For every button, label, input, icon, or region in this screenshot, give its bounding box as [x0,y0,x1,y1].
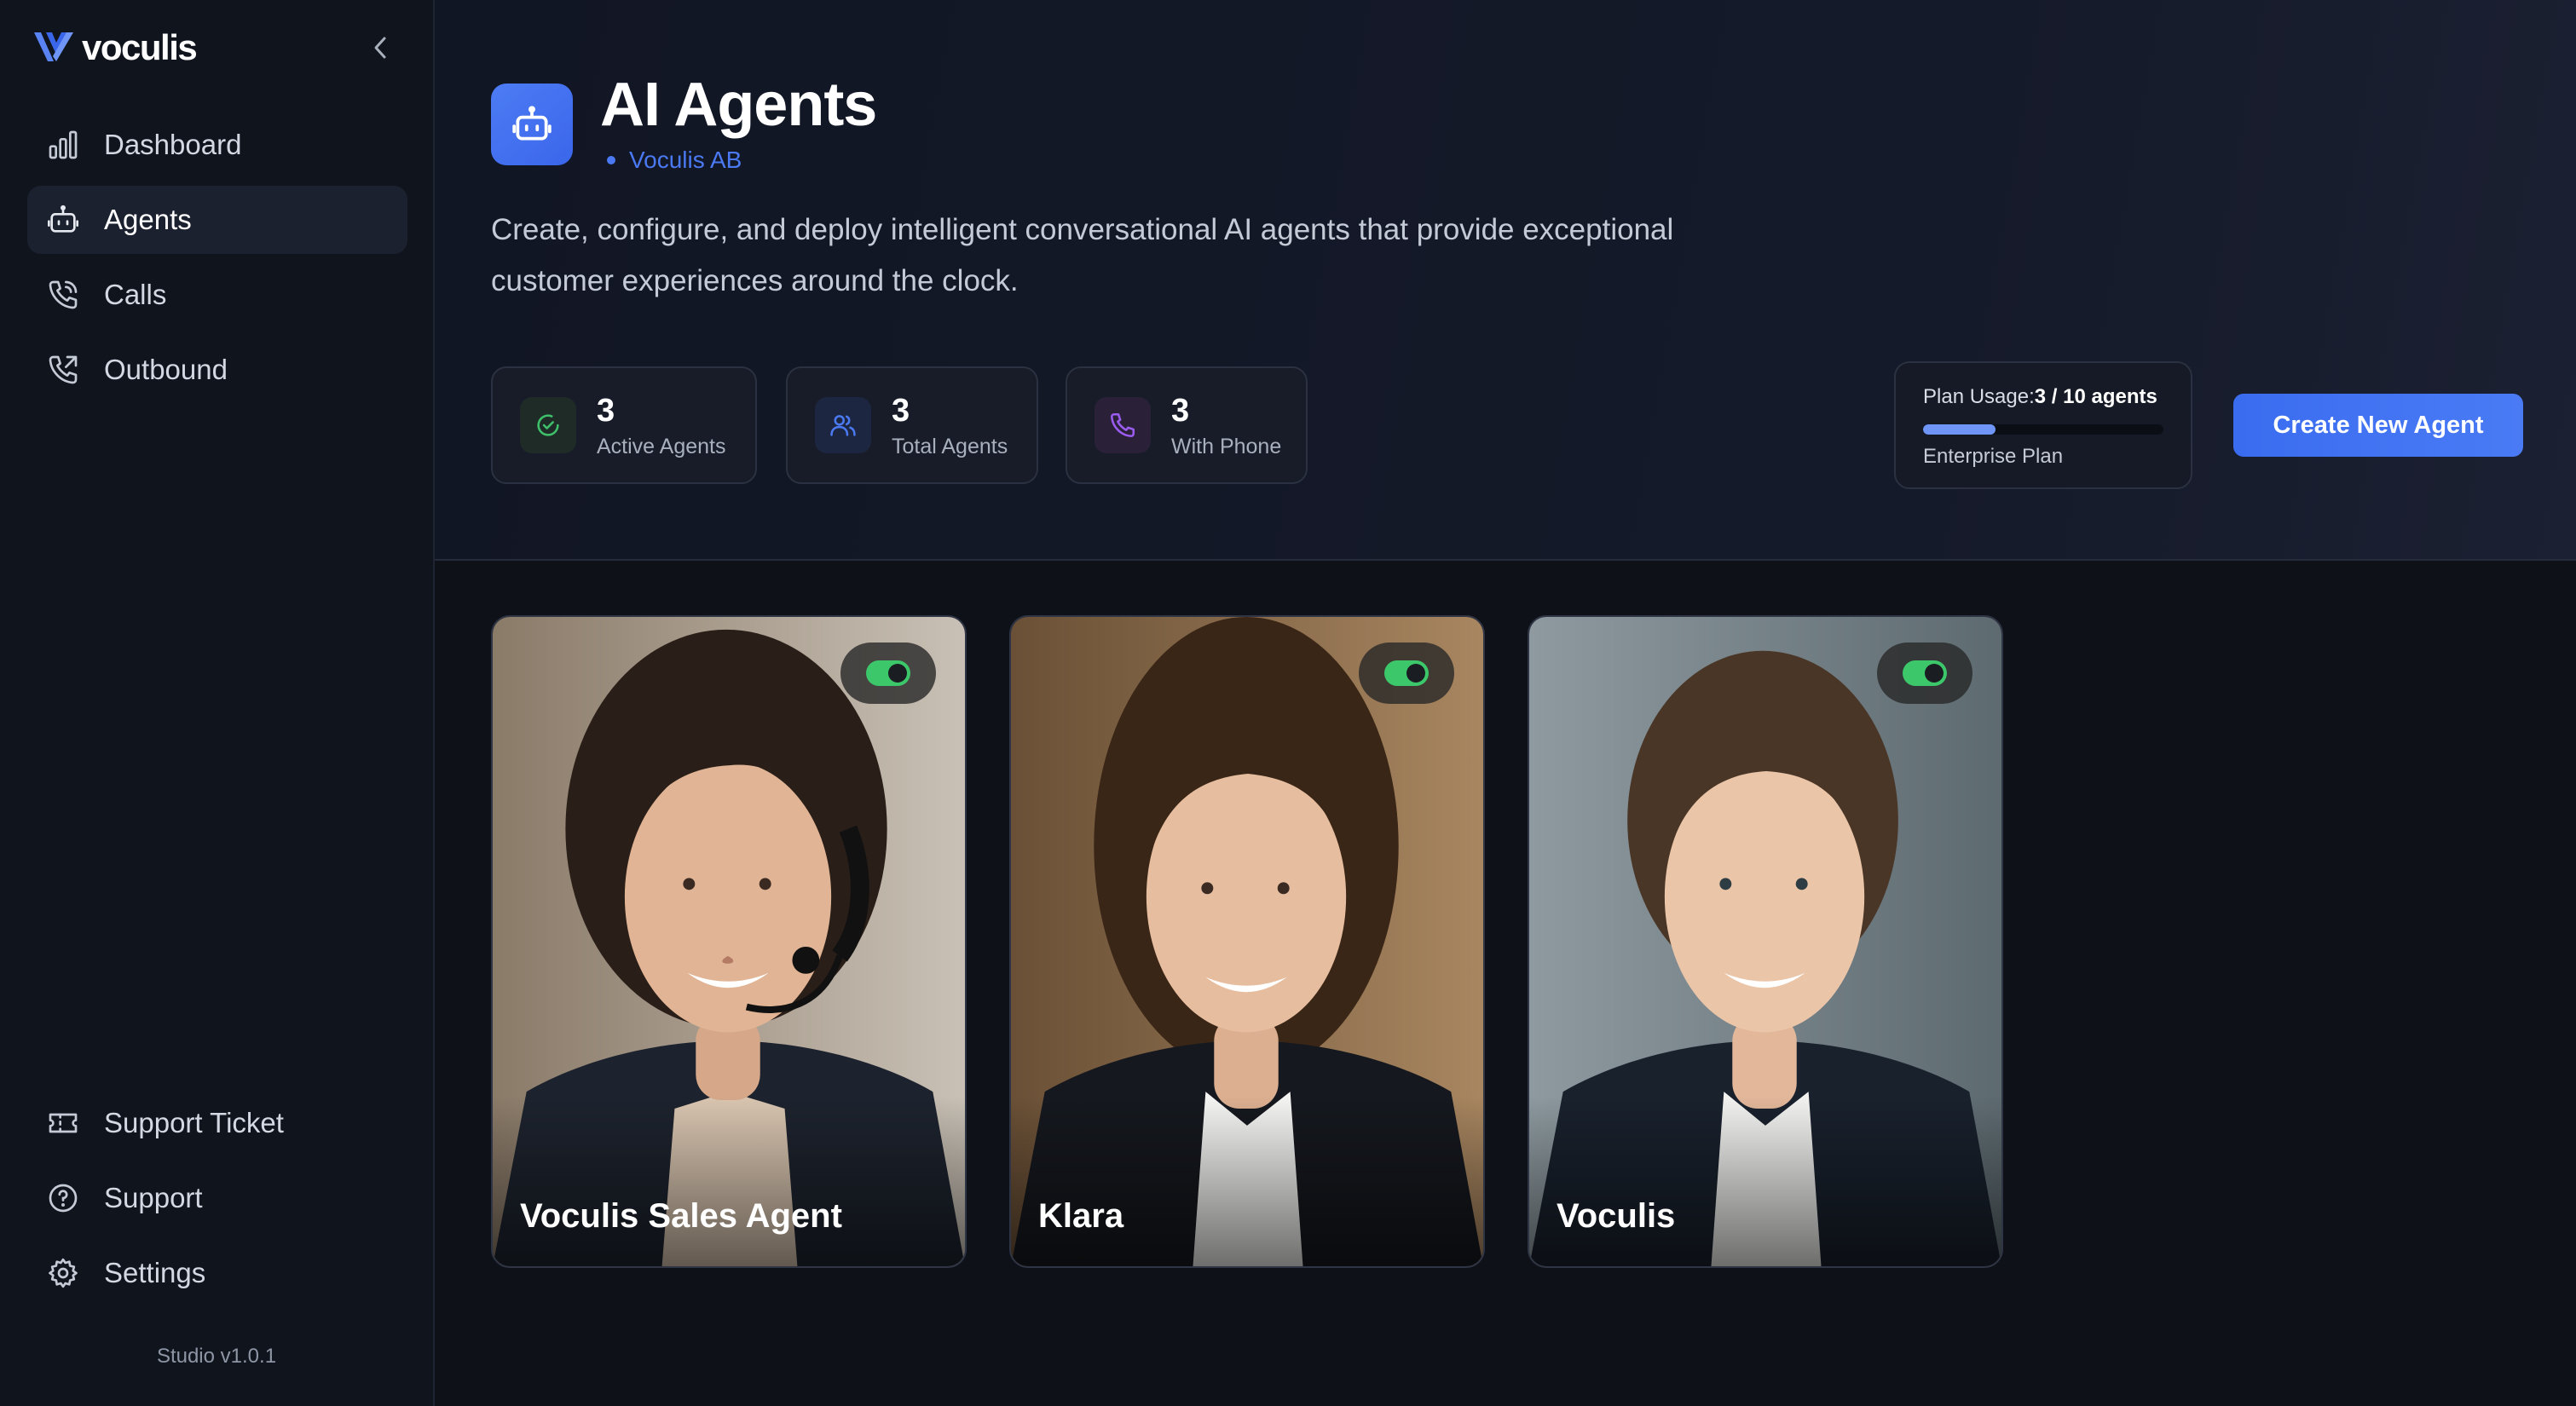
stat-value: 3 [1171,392,1190,429]
logo-text: voculis [82,27,198,67]
gear-icon [49,1258,78,1288]
plan-usage-bar-fill [1923,424,1996,435]
stat-label: Active Agents [597,434,726,458]
stat-value: 3 [597,392,615,429]
plan-usage-value: 3 / 10 agents [2034,385,2157,408]
check-circle-icon [520,397,576,453]
sidebar-item-label: Dashboard [104,129,242,160]
page-description: Create, configure, and deploy intelligen… [491,213,1674,297]
agent-name: Voculis [1557,1197,1676,1235]
sidebar-item-label: Support [104,1182,203,1213]
agent-card[interactable]: Voculis Sales Agent [491,615,967,1268]
stat-total-agents: 3 Total Agents [786,366,1038,484]
app-version: Studio v1.0.1 [156,1345,277,1368]
stat-label: With Phone [1171,434,1282,458]
agent-card[interactable]: Klara [1009,615,1485,1268]
plan-usage-line: Plan Usage:3 / 10 agents [1923,385,2163,409]
help-circle-icon [49,1184,78,1213]
robot-icon [512,106,552,141]
phone-outgoing-icon [49,355,78,384]
sidebar-item-support-ticket[interactable]: Support Ticket [27,1089,407,1157]
organization-link[interactable]: Voculis AB [600,147,742,174]
plan-usage-label: Plan Usage: [1923,385,2035,408]
sidebar-item-label: Agents [104,204,192,235]
sidebar-item-label: Outbound [104,354,228,385]
toggle-switch [1384,660,1429,686]
org-dot-icon [607,156,615,164]
sidebar-item-support[interactable]: Support [27,1164,407,1232]
ticket-icon [49,1113,78,1133]
bar-chart-icon [49,130,78,159]
stat-label: Total Agents [892,434,1008,458]
logo[interactable]: voculis [31,26,198,70]
robot-icon [48,205,78,233]
plan-usage-bar [1923,424,2163,435]
sidebar-bottom-nav: Support Ticket Support Settings [27,1089,407,1314]
card-shade [1011,1096,1483,1266]
toggle-knob [888,664,907,683]
collapse-sidebar-button[interactable] [365,31,396,65]
toggle-switch [866,660,910,686]
sidebar-item-outbound[interactable]: Outbound [27,336,407,404]
phone-icon [49,280,78,309]
agent-toggle[interactable] [840,642,936,704]
sidebar-item-label: Calls [104,279,167,310]
sidebar-item-dashboard[interactable]: Dashboard [27,111,407,179]
main-content: AI Agents Voculis AB Create, configure, … [435,0,2576,1406]
stat-with-phone: 3 With Phone [1066,366,1308,484]
sidebar-nav: Dashboard Agents Calls Outbound [27,111,407,411]
toggle-knob [1925,664,1944,683]
plan-name: Enterprise Plan [1923,445,2064,468]
card-shade [1529,1096,2001,1266]
agent-toggle[interactable] [1359,642,1454,704]
sidebar-item-label: Support Ticket [104,1107,284,1138]
agent-cards: Voculis Sales Agent Klara Voculis [491,615,2046,1268]
stat-active-agents: 3 Active Agents [491,366,757,484]
sidebar-item-agents[interactable]: Agents [27,186,407,254]
create-new-agent-button[interactable]: Create New Agent [2233,394,2523,457]
agent-toggle[interactable] [1877,642,1972,704]
voculis-logo-icon [34,32,73,61]
stat-value: 3 [892,392,910,429]
plan-usage-card: Plan Usage:3 / 10 agents Enterprise Plan [1894,361,2192,489]
chevron-left-icon [374,37,386,59]
sidebar-item-label: Settings [104,1257,206,1288]
toggle-switch [1903,660,1947,686]
agent-card[interactable]: Voculis [1528,615,2003,1268]
page-title: AI Agents [600,71,877,139]
organization-name: Voculis AB [629,147,742,173]
users-icon [815,397,871,453]
agent-name: Klara [1038,1197,1124,1235]
card-shade [493,1096,965,1266]
toggle-knob [1406,664,1425,683]
sidebar-item-settings[interactable]: Settings [27,1239,407,1307]
page-icon [491,84,573,165]
sidebar: voculis Dashboard Agents Calls Outbound … [0,0,435,1406]
phone-icon [1095,397,1151,453]
page-header: AI Agents Voculis AB Create, configure, … [435,0,2576,561]
agent-name: Voculis Sales Agent [520,1197,842,1235]
sidebar-item-calls[interactable]: Calls [27,261,407,329]
